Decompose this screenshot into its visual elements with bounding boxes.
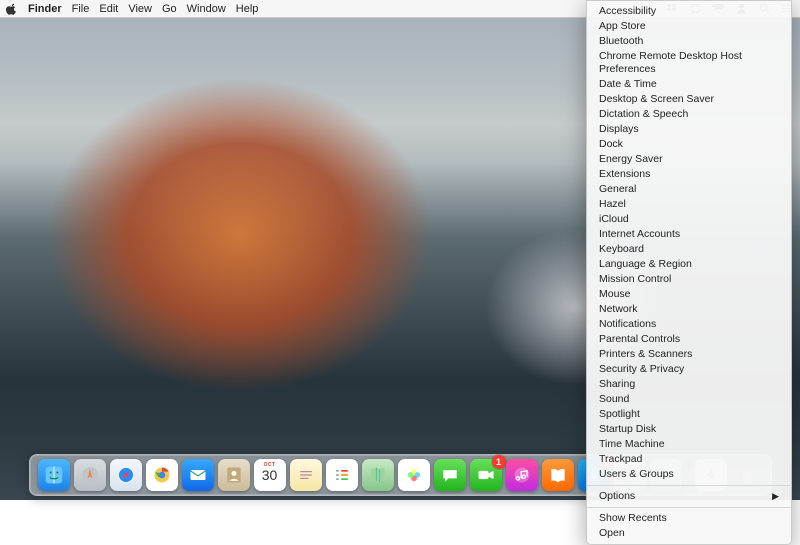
ctx-separator	[587, 507, 791, 508]
calendar-day: 30	[262, 468, 278, 482]
ctx-desktop-screen-saver[interactable]: Desktop & Screen Saver	[587, 92, 791, 107]
dock-notes[interactable]	[290, 459, 322, 491]
submenu-arrow-icon: ▶	[772, 490, 779, 503]
dock-mail[interactable]	[182, 459, 214, 491]
ctx-dock[interactable]: Dock	[587, 137, 791, 152]
dock-ibooks[interactable]	[542, 459, 574, 491]
calendar-month: OCT	[254, 462, 286, 468]
ctx-users-groups[interactable]: Users & Groups	[587, 467, 791, 482]
menu-edit[interactable]: Edit	[99, 3, 118, 15]
dock-finder[interactable]	[38, 459, 70, 491]
menu-app-name[interactable]: Finder	[28, 3, 62, 15]
ctx-sharing[interactable]: Sharing	[587, 377, 791, 392]
menu-window[interactable]: Window	[187, 3, 226, 15]
dock-contacts[interactable]	[218, 459, 250, 491]
ctx-displays[interactable]: Displays	[587, 122, 791, 137]
sysprefs-context-menu: AccessibilityApp StoreBluetoothChrome Re…	[586, 0, 792, 545]
ctx-dictation-speech[interactable]: Dictation & Speech	[587, 107, 791, 122]
ctx-notifications[interactable]: Notifications	[587, 317, 791, 332]
ctx-time-machine[interactable]: Time Machine	[587, 437, 791, 452]
ctx-internet-accounts[interactable]: Internet Accounts	[587, 227, 791, 242]
ctx-printers-scanners[interactable]: Printers & Scanners	[587, 347, 791, 362]
dock-photos[interactable]	[398, 459, 430, 491]
dock-badge-facetime: 1	[492, 455, 506, 469]
dock-messages[interactable]	[434, 459, 466, 491]
ctx-chrome-remote-desktop-host-preferences[interactable]: Chrome Remote Desktop Host Preferences	[587, 49, 791, 77]
ctx-accessibility[interactable]: Accessibility	[587, 4, 791, 19]
ctx-mission-control[interactable]: Mission Control	[587, 272, 791, 287]
menu-help[interactable]: Help	[236, 3, 259, 15]
ctx-energy-saver[interactable]: Energy Saver	[587, 152, 791, 167]
ctx-sound[interactable]: Sound	[587, 392, 791, 407]
ctx-parental-controls[interactable]: Parental Controls	[587, 332, 791, 347]
ctx-extensions[interactable]: Extensions	[587, 167, 791, 182]
ctx-keyboard[interactable]: Keyboard	[587, 242, 791, 257]
ctx-language-region[interactable]: Language & Region	[587, 257, 791, 272]
ctx-options[interactable]: Options▶	[587, 489, 791, 504]
dock-reminders[interactable]	[326, 459, 358, 491]
ctx-trackpad[interactable]: Trackpad	[587, 452, 791, 467]
ctx-icloud[interactable]: iCloud	[587, 212, 791, 227]
ctx-startup-disk[interactable]: Startup Disk	[587, 422, 791, 437]
ctx-open[interactable]: Open	[587, 526, 791, 541]
ctx-app-store[interactable]: App Store	[587, 19, 791, 34]
dock-maps[interactable]	[362, 459, 394, 491]
dock-calendar[interactable]: OCT30	[254, 459, 286, 491]
dock-itunes[interactable]	[506, 459, 538, 491]
ctx-hazel[interactable]: Hazel	[587, 197, 791, 212]
ctx-bluetooth[interactable]: Bluetooth	[587, 34, 791, 49]
menu-go[interactable]: Go	[162, 3, 177, 15]
ctx-spotlight[interactable]: Spotlight	[587, 407, 791, 422]
ctx-date-time[interactable]: Date & Time	[587, 77, 791, 92]
apple-menu-icon[interactable]	[6, 3, 18, 15]
menu-file[interactable]: File	[72, 3, 90, 15]
ctx-network[interactable]: Network	[587, 302, 791, 317]
menu-view[interactable]: View	[128, 3, 152, 15]
ctx-separator	[587, 485, 791, 486]
ctx-general[interactable]: General	[587, 182, 791, 197]
dock-facetime[interactable]: 1	[470, 459, 502, 491]
ctx-mouse[interactable]: Mouse	[587, 287, 791, 302]
dock-launchpad[interactable]	[74, 459, 106, 491]
ctx-show-recents[interactable]: Show Recents	[587, 511, 791, 526]
ctx-security-privacy[interactable]: Security & Privacy	[587, 362, 791, 377]
dock-safari[interactable]	[110, 459, 142, 491]
dock-chrome[interactable]	[146, 459, 178, 491]
